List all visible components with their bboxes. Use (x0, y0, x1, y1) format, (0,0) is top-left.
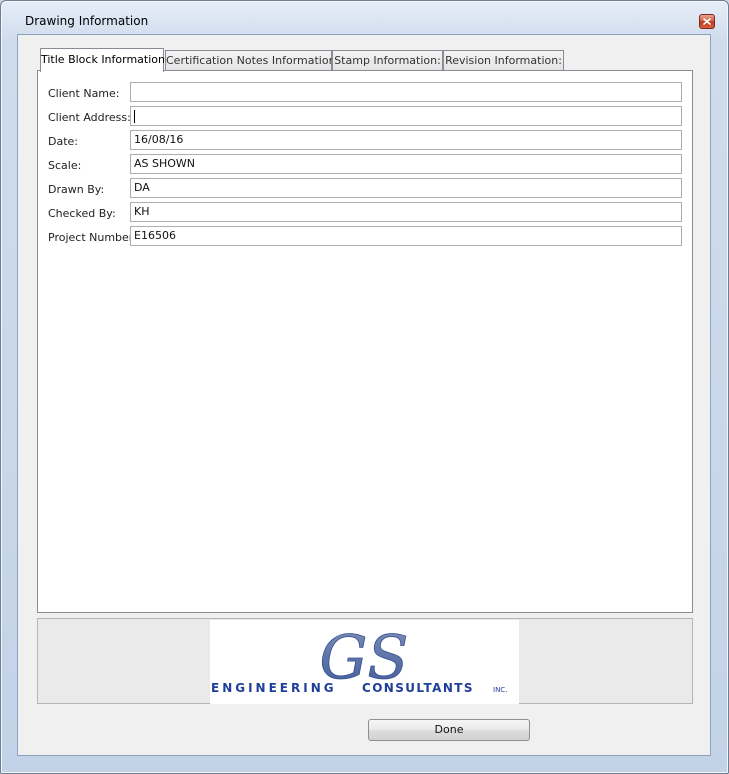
text-caret (134, 109, 135, 123)
logo-word-consultants: CONSULTANTS (362, 681, 474, 695)
window-title: Drawing Information (25, 14, 149, 28)
title-block-panel: Client Name: Client Address: Date: 16/08… (37, 70, 693, 613)
close-button[interactable] (699, 14, 715, 29)
scale-field[interactable]: AS SHOWN (130, 154, 682, 174)
drawn-by-label: Drawn By: (48, 183, 105, 196)
project-number-label: Project Number: (48, 231, 137, 244)
gs-engineering-logo: GS ENGINEERING CONSULTANTS INC. (211, 623, 507, 695)
tab-revision-information[interactable]: Revision Information: (443, 50, 564, 71)
client-address-label: Client Address: (48, 111, 131, 124)
client-name-field[interactable] (130, 82, 682, 102)
title-bar[interactable]: Drawing Information (1, 1, 728, 33)
drawn-by-field[interactable]: DA (130, 178, 682, 198)
logo-word-engineering: ENGINEERING (211, 681, 337, 695)
client-name-label: Client Name: (48, 87, 120, 100)
tab-certification-notes-information[interactable]: Certification Notes Information (165, 50, 336, 71)
client-address-field[interactable] (130, 106, 682, 126)
date-label: Date: (48, 135, 78, 148)
company-logo: GS ENGINEERING CONSULTANTS INC. (210, 620, 519, 704)
tab-title-block-information[interactable]: Title Block Information (40, 48, 165, 72)
checked-by-label: Checked By: (48, 207, 116, 220)
done-button[interactable]: Done (368, 719, 530, 741)
scale-label: Scale: (48, 159, 82, 172)
logo-word-inc: INC. (493, 686, 507, 694)
date-field[interactable]: 16/08/16 (130, 130, 682, 150)
logo-panel: GS ENGINEERING CONSULTANTS INC. (37, 618, 693, 704)
close-icon (703, 18, 711, 25)
checked-by-field[interactable]: KH (130, 202, 682, 222)
dialog-client-area: Title Block Information Certification No… (17, 34, 711, 756)
tab-stamp-information[interactable]: Stamp Information: (332, 50, 443, 71)
project-number-field[interactable]: E16506 (130, 226, 682, 246)
drawing-information-dialog: Drawing Information Title Block Informat… (0, 0, 729, 774)
